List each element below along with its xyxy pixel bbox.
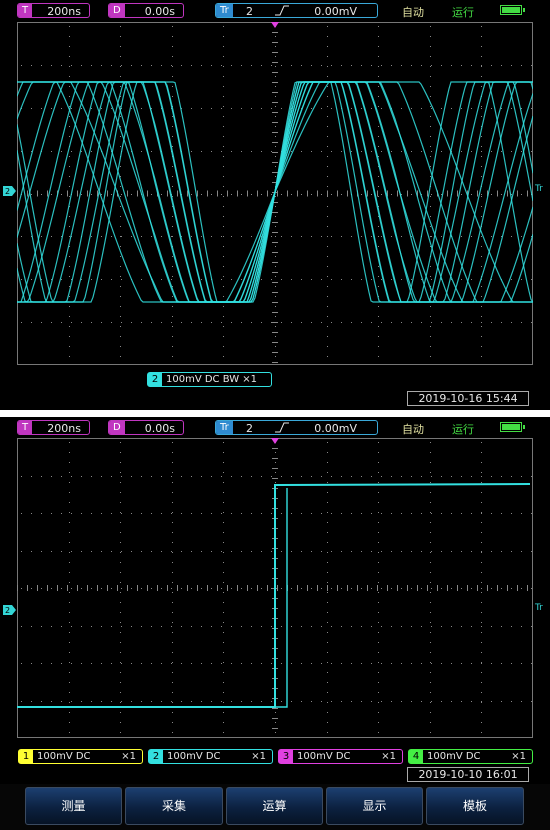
rising-edge-icon (274, 421, 290, 434)
channel-probe: ×1 (121, 751, 136, 762)
timebase-box[interactable]: T 200ns (17, 420, 90, 435)
battery-icon (500, 5, 525, 15)
channel-2-trace (17, 81, 533, 303)
channel-2-box[interactable]: 2 100mV DC BW ×1 (147, 372, 272, 387)
menu-math-button[interactable]: 运算 (226, 787, 323, 825)
trigger-position-marker[interactable] (271, 438, 279, 444)
channel-2-box[interactable]: 2 100mV DC ×1 (148, 749, 273, 764)
channel-probe: ×1 (251, 751, 266, 762)
channel-settings: 100mV DC (427, 751, 481, 762)
trigger-level-marker[interactable]: Tr (535, 184, 543, 194)
channel-4-box[interactable]: 4 100mV DC ×1 (408, 749, 533, 764)
datetime-display: 2019-10-10 16:01 (407, 767, 529, 782)
channel-settings: 100mV DC (37, 751, 91, 762)
channel-2-marker[interactable]: 2 (3, 186, 17, 196)
trigger-channel: 2 (246, 5, 253, 18)
channel-number: 4 (409, 750, 423, 763)
trigger-tag: Tr (216, 421, 233, 434)
channel-settings: 100mV DC (167, 751, 221, 762)
trigger-level: 0.00mV (314, 422, 357, 435)
status-bar: T 200ns D 0.00s Tr 2 0.00mV 自动 运行 (0, 0, 550, 22)
channel-number: 2 (148, 373, 162, 386)
channel-2-marker[interactable]: 2 (3, 605, 17, 615)
timebase-tag: T (18, 4, 33, 17)
waveform-plot (17, 438, 533, 738)
trigger-box[interactable]: Tr 2 0.00mV (215, 420, 378, 435)
channel-2-trace (17, 483, 531, 708)
channel-number: 3 (279, 750, 293, 763)
trigger-level: 0.00mV (314, 5, 357, 18)
trigger-level-marker[interactable]: Tr (535, 603, 543, 613)
delay-tag: D (109, 4, 125, 17)
waveform-area (17, 22, 533, 365)
delay-box[interactable]: D 0.00s (108, 420, 184, 435)
delay-value: 0.00s (144, 5, 175, 18)
battery-icon (500, 422, 525, 432)
status-bar: T 200ns D 0.00s Tr 2 0.00mV 自动 运行 (0, 417, 550, 439)
channel-3-box[interactable]: 3 100mV DC ×1 (278, 749, 403, 764)
trigger-channel: 2 (246, 422, 253, 435)
delay-box[interactable]: D 0.00s (108, 3, 184, 18)
run-status[interactable]: 运行 (452, 421, 474, 437)
waveform-area (17, 438, 533, 738)
run-status[interactable]: 运行 (452, 4, 474, 20)
channel-probe: ×1 (381, 751, 396, 762)
oscilloscope-screen-2: T 200ns D 0.00s Tr 2 0.00mV 自动 运行 2 Tr 1… (0, 417, 550, 830)
softkey-menu: 测量 采集 运算 显示 模板 (0, 784, 550, 830)
channel-settings: 100mV DC BW ×1 (166, 374, 258, 385)
timebase-box[interactable]: T 200ns (17, 3, 90, 18)
acquire-mode[interactable]: 自动 (402, 4, 424, 20)
channel-number: 1 (19, 750, 33, 763)
menu-display-button[interactable]: 显示 (326, 787, 423, 825)
channel-1-box[interactable]: 1 100mV DC ×1 (18, 749, 143, 764)
timebase-tag: T (18, 421, 33, 434)
trigger-position-marker[interactable] (271, 22, 279, 28)
oscilloscope-screen-1: T 200ns D 0.00s Tr 2 0.00mV 自动 运行 2 Tr 2… (0, 0, 550, 410)
waveform-plot (17, 22, 533, 365)
rising-edge-icon (274, 4, 290, 17)
delay-value: 0.00s (144, 422, 175, 435)
channel-number: 2 (149, 750, 163, 763)
trigger-tag: Tr (216, 4, 233, 17)
svg-text:2: 2 (5, 187, 10, 196)
datetime-display: 2019-10-16 15:44 (407, 391, 529, 406)
menu-acquire-button[interactable]: 采集 (125, 787, 223, 825)
delay-tag: D (109, 421, 125, 434)
menu-measure-button[interactable]: 测量 (25, 787, 122, 825)
timebase-value: 200ns (47, 422, 81, 435)
menu-template-button[interactable]: 模板 (426, 787, 524, 825)
acquire-mode[interactable]: 自动 (402, 421, 424, 437)
channel-settings: 100mV DC (297, 751, 351, 762)
svg-text:2: 2 (5, 606, 10, 615)
channel-probe: ×1 (511, 751, 526, 762)
timebase-value: 200ns (47, 5, 81, 18)
trigger-box[interactable]: Tr 2 0.00mV (215, 3, 378, 18)
